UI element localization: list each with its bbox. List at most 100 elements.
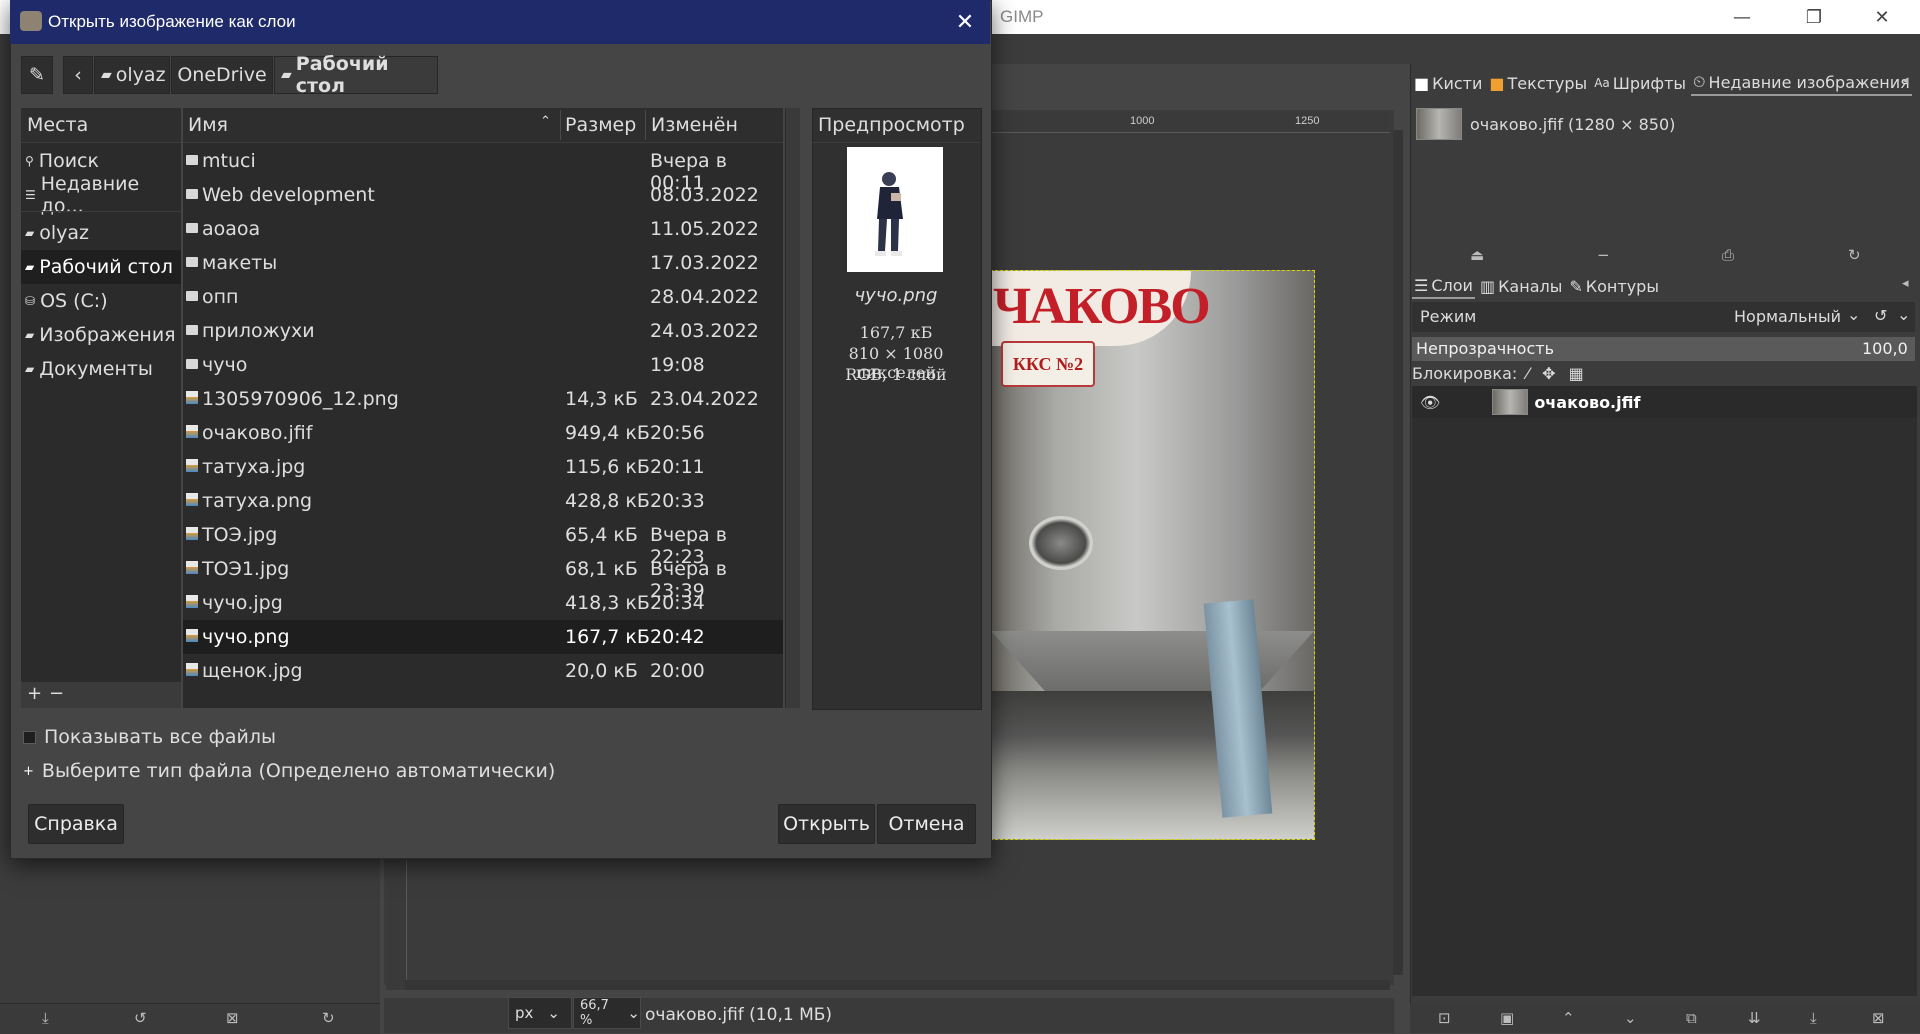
image-thumbnail [1416, 108, 1462, 140]
chevron-down-icon[interactable]: ⌄ [1897, 305, 1910, 324]
column-size-header[interactable]: Размер [565, 114, 636, 136]
canvas-vertical-scrollbar[interactable] [1393, 130, 1403, 975]
raise-layer-icon[interactable]: ⌃ [1562, 1009, 1575, 1027]
new-layer-icon[interactable]: ⊡ [1438, 1009, 1451, 1027]
file-row[interactable]: щенок.jpg 20,0 кБ 20:00 [183, 654, 783, 688]
minimize-button[interactable]: — [1710, 0, 1774, 34]
mode-reset-icon[interactable]: ↺ [1874, 306, 1887, 325]
file-row[interactable]: татуха.jpg 115,6 кБ 20:11 [183, 450, 783, 484]
restore-icon[interactable]: ↺ [134, 1009, 147, 1027]
path-segment-onedrive[interactable]: OneDrive [171, 56, 273, 94]
column-modified-header[interactable]: Изменён [651, 114, 738, 136]
zoom-select[interactable]: 66,7 % ⌄ [573, 997, 641, 1029]
place-item-desktop[interactable]: ▰ Рабочий стол [21, 250, 181, 284]
add-bookmark-button[interactable]: + [27, 683, 42, 704]
dock-menu-icon[interactable]: ◂ [1902, 276, 1909, 291]
lock-alpha-icon[interactable]: ▦ [1569, 364, 1584, 383]
canvas-image[interactable]: ЧАКОВО ККС №2 [990, 270, 1315, 840]
tab-fonts[interactable]: Aa Шрифты [1592, 70, 1688, 96]
dock-tabs-top: ■ Кисти ■ Текстуры Aa Шрифты ⏲ Недавние изоб… [1412, 70, 1912, 96]
canvas-horizontal-scrollbar[interactable] [405, 980, 1390, 990]
file-row[interactable]: mtuci Вчера в 00:11 [183, 144, 783, 194]
file-row[interactable]: 1305970906_12.png 14,3 кБ 23.04.2022 [183, 382, 783, 416]
layer-row[interactable]: 👁 очаково.jfif [1412, 386, 1917, 418]
sort-ascending-icon: ⌃ [540, 114, 551, 129]
path-segment-olyaz[interactable]: ▰ olyaz [94, 56, 170, 94]
save-options-icon[interactable]: ⤓ [42, 1009, 49, 1027]
recent-image-item[interactable]: очаково.jfif (1280 × 850) [1416, 108, 1675, 140]
file-size: 949,4 кБ [565, 422, 650, 444]
image-icon [186, 459, 198, 472]
eye-icon[interactable]: 👁 [1420, 393, 1440, 412]
lock-position-icon[interactable]: ✥ [1542, 364, 1555, 383]
path-segment-desktop[interactable]: ▰ Рабочий стол [274, 53, 438, 97]
merge-layer-icon[interactable]: ⤓ [1810, 1009, 1817, 1027]
zoom-value: 66,7 % [580, 998, 609, 1028]
new-group-icon[interactable]: ▣ [1500, 1009, 1514, 1027]
file-row[interactable]: опп 28.04.2022 [183, 280, 783, 314]
path-back-button[interactable]: ‹ [63, 56, 93, 94]
tab-brushes[interactable]: ■ Кисти [1412, 70, 1484, 96]
place-label: Документы [39, 358, 153, 380]
help-button[interactable]: Справка [28, 804, 124, 844]
preview-header: Предпросмотр [812, 108, 980, 143]
file-row[interactable]: Web development 08.03.2022 [183, 178, 783, 212]
remove-icon[interactable]: − [1597, 246, 1610, 264]
tab-recent-images[interactable]: ⏲ Недавние изображения [1691, 70, 1912, 96]
duplicate-layer-icon[interactable]: ⧉ [1686, 1009, 1697, 1027]
file-row[interactable]: чучо 19:08 [183, 348, 783, 382]
show-all-files-checkbox[interactable]: Показывать все файлы [23, 726, 276, 748]
unit-select[interactable]: px ⌄ [508, 997, 572, 1029]
file-row[interactable]: татуха.png 428,8 кБ 20:33 [183, 484, 783, 518]
lock-label: Блокировка: [1412, 364, 1518, 383]
place-item-documents[interactable]: ▰ Документы [21, 352, 181, 386]
file-modified: 23.04.2022 [650, 388, 759, 410]
layer-name[interactable]: очаково.jfif [1534, 393, 1640, 412]
opacity-value[interactable]: 100,0 [1862, 339, 1908, 358]
delete-layer-icon[interactable]: ⊠ [1872, 1009, 1885, 1027]
maximize-button[interactable]: ❐ [1782, 0, 1846, 34]
anchor-layer-icon[interactable]: ⇊ [1748, 1009, 1761, 1027]
file-modified: 28.04.2022 [650, 286, 759, 308]
refresh-icon[interactable]: ↻ [1848, 246, 1861, 264]
print-icon[interactable]: ⎙ [1722, 246, 1734, 264]
file-row[interactable]: очаково.jfif 949,4 кБ 20:56 [183, 416, 783, 450]
remove-bookmark-button[interactable]: − [49, 683, 64, 704]
opacity-slider[interactable]: Непрозрачность 100,0 [1412, 337, 1915, 361]
file-row[interactable]: аоаоа 11.05.2022 [183, 212, 783, 246]
chevron-down-icon[interactable]: ⌄ [1847, 305, 1860, 324]
tab-layers[interactable]: ☰ Слои [1412, 273, 1475, 299]
open-image-icon[interactable]: ⏏ [1470, 246, 1484, 264]
cancel-button[interactable]: Отмена [877, 804, 976, 844]
tab-patterns[interactable]: ■ Текстуры [1487, 70, 1589, 96]
lower-layer-icon[interactable]: ⌄ [1624, 1009, 1637, 1027]
lock-pixels-icon[interactable]: ⁄ [1526, 364, 1529, 383]
place-item-os-c[interactable]: ⛁ OS (C:) [21, 284, 181, 318]
place-item-olyaz[interactable]: ▰ olyaz [21, 216, 181, 250]
file-row[interactable]: макеты 17.03.2022 [183, 246, 783, 280]
open-button[interactable]: Открыть [778, 804, 875, 844]
file-row[interactable]: чучо.png 167,7 кБ 20:42 [183, 620, 783, 654]
place-item-recent[interactable]: ☰ Недавние до... [21, 173, 181, 217]
file-row[interactable]: чучо.jpg 418,3 кБ 20:34 [183, 586, 783, 620]
file-row[interactable]: приложухи 24.03.2022 [183, 314, 783, 348]
place-item-pictures[interactable]: ▰ Изображения [21, 318, 181, 352]
dock-menu-icon[interactable]: ◂ [1902, 73, 1909, 88]
preview-thumbnail [847, 147, 943, 272]
select-file-type-expander[interactable]: + Выберите тип файла (Определено автомат… [23, 760, 555, 782]
mode-select[interactable]: Нормальный [1734, 307, 1841, 326]
file-name: татуха.png [202, 490, 313, 512]
person-figure-icon [875, 172, 903, 256]
places-separator [21, 211, 181, 212]
file-row[interactable]: ТОЭ1.jpg 68,1 кБ Вчера в 23:39 [183, 552, 783, 602]
delete-icon[interactable]: ⊠ [226, 1009, 239, 1027]
close-window-button[interactable]: ✕ [1850, 0, 1914, 34]
type-location-button[interactable]: ✎ [21, 56, 53, 94]
reset-icon[interactable]: ↻ [322, 1009, 335, 1027]
column-name-header[interactable]: Имя [188, 114, 228, 136]
tab-channels[interactable]: ▥ Каналы [1478, 273, 1564, 299]
file-list-scrollbar[interactable] [785, 108, 800, 708]
dialog-close-button[interactable]: ✕ [948, 6, 982, 38]
file-row[interactable]: ТОЭ.jpg 65,4 кБ Вчера в 22:23 [183, 518, 783, 568]
tab-paths[interactable]: ✎ Контуры [1567, 273, 1661, 299]
